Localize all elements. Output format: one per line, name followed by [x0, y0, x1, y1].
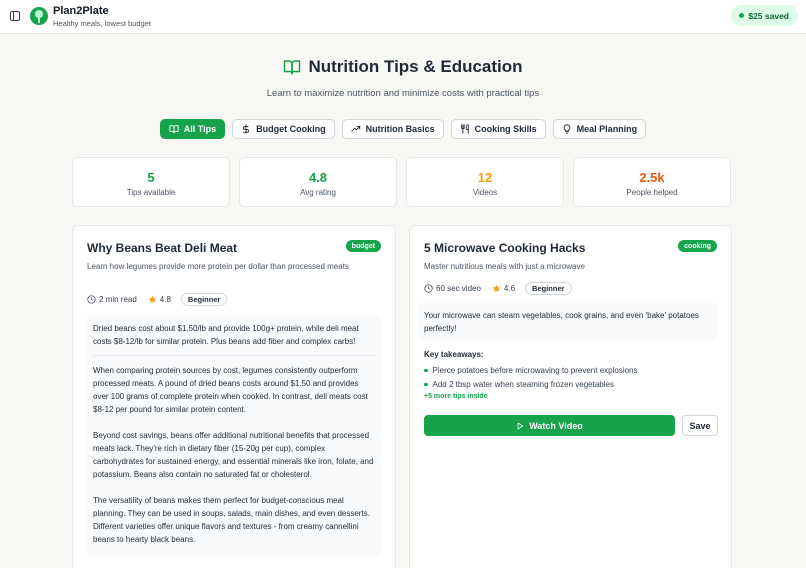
takeaways-heading: Key takeaways: — [424, 350, 484, 359]
divider — [93, 355, 375, 356]
page-title: Nutrition Tips & Education — [308, 57, 523, 76]
tip-card-meta: 2 min read 4.8 Beginner — [87, 293, 228, 306]
more-tips-link[interactable]: +5 more tips inside — [424, 393, 488, 400]
video-icon — [424, 284, 433, 293]
utensils-icon — [460, 124, 469, 134]
tip-card-description: Learn how legumes provide more protein p… — [87, 262, 349, 271]
tip-content: Dried beans cost about $1.50/lb and prov… — [87, 316, 381, 556]
stat-card-tips: 5 Tips available — [72, 157, 230, 207]
dollar-icon — [243, 124, 250, 134]
takeaway-item: Add 2 tbsp water when steaming frozen ve… — [424, 380, 614, 389]
tab-label: Meal Planning — [576, 124, 638, 134]
brand-tagline: Healthy meals, lowest budget — [53, 19, 151, 28]
takeaway-item: Pierce potatoes before microwaving to pr… — [424, 366, 638, 375]
tab-label: Nutrition Basics — [365, 124, 435, 134]
tip-summary: Your microwave can steam vegetables, coo… — [424, 311, 699, 333]
stat-value: 2.5k — [639, 170, 665, 185]
trending-up-icon — [351, 126, 360, 132]
takeaway-text: Pierce potatoes before microwaving to pr… — [432, 366, 638, 375]
stat-value: 12 — [477, 170, 493, 185]
stat-label: Avg rating — [300, 188, 336, 197]
tip-paragraph: Beyond cost savings, beans offer additio… — [93, 431, 374, 479]
category-badge: budget — [345, 240, 381, 252]
tip-card-title: 5 Microwave Cooking Hacks — [424, 241, 586, 255]
tab-budget-cooking[interactable]: Budget Cooking — [232, 119, 335, 139]
tip-paragraph: When comparing protein sources by cost, … — [93, 366, 368, 414]
tip-card[interactable]: Why Beans Beat Deli Meat budget Learn ho… — [72, 225, 396, 568]
star-icon — [148, 295, 157, 303]
book-open-icon — [284, 60, 301, 75]
difficulty-pill: Beginner — [525, 282, 572, 295]
difficulty-pill: Beginner — [180, 293, 228, 306]
play-icon — [517, 422, 524, 429]
stat-label: Videos — [472, 188, 498, 197]
stat-card-videos: 12 Videos — [406, 157, 564, 207]
status-dot-icon — [739, 13, 745, 18]
clock-icon — [87, 295, 96, 304]
tip-card-description: Master nutritious meals with just a micr… — [424, 262, 585, 271]
page-subtitle: Learn to maximize nutrition and minimize… — [266, 88, 540, 99]
watch-video-label: Watch Video — [529, 420, 583, 431]
stat-label: People helped — [626, 188, 678, 197]
tip-summary-box: Your microwave can steam vegetables, coo… — [418, 303, 718, 340]
watch-video-button[interactable]: Watch Video — [424, 415, 675, 436]
stat-value: 5 — [147, 170, 155, 185]
book-icon — [169, 125, 179, 134]
tab-label: All Tips — [183, 124, 217, 134]
tip-card[interactable]: 5 Microwave Cooking Hacks cooking Master… — [409, 225, 732, 568]
stat-label: Tips available — [126, 188, 176, 197]
stat-card-people: 2.5k People helped — [573, 157, 731, 207]
savings-badge-label: $25 saved — [748, 10, 789, 21]
save-button[interactable]: Save — [682, 415, 718, 436]
bullet-icon — [424, 382, 428, 387]
category-tabs: All Tips Budget Cooking Nutrition Basics… — [0, 119, 806, 139]
tip-paragraph: The versatility of beans makes them perf… — [93, 496, 370, 544]
tab-label: Budget Cooking — [256, 124, 326, 134]
tip-card-title: Why Beans Beat Deli Meat — [87, 241, 238, 255]
tab-meal-planning[interactable]: Meal Planning — [552, 119, 647, 139]
tab-label: Cooking Skills — [474, 124, 537, 134]
savings-badge: $25 saved — [731, 5, 798, 26]
bullet-icon — [424, 368, 428, 373]
tab-nutrition-basics[interactable]: Nutrition Basics — [341, 119, 444, 139]
tip-card-meta: 60 sec video 4.6 Beginner — [424, 282, 572, 295]
rating-value: 4.8 — [159, 295, 171, 304]
category-badge: cooking — [678, 240, 717, 252]
page-title-row: Nutrition Tips & Education — [0, 57, 806, 77]
lightbulb-icon — [563, 124, 570, 134]
duration-text: 60 sec video — [436, 284, 481, 293]
rating-value: 4.6 — [503, 284, 516, 293]
takeaway-text: Add 2 tbsp water when steaming frozen ve… — [432, 380, 614, 389]
rating: 4.8 — [148, 295, 171, 304]
tip-summary: Dried beans cost about $1.50/lb and prov… — [93, 324, 359, 346]
rating: 4.6 — [492, 284, 515, 293]
logo-icon — [30, 7, 48, 25]
star-icon — [492, 284, 501, 292]
sidebar-toggle-icon[interactable] — [10, 11, 20, 21]
duration-text: 2 min read — [99, 295, 137, 304]
stat-card-rating: 4.8 Avg rating — [239, 157, 397, 207]
brand-name: Plan2Plate — [53, 5, 109, 17]
stat-value: 4.8 — [308, 170, 328, 185]
app-header: Plan2Plate Healthy meals, lowest budget … — [0, 0, 806, 34]
tab-all-tips[interactable]: All Tips — [159, 119, 226, 139]
tab-cooking-skills[interactable]: Cooking Skills — [450, 119, 546, 139]
